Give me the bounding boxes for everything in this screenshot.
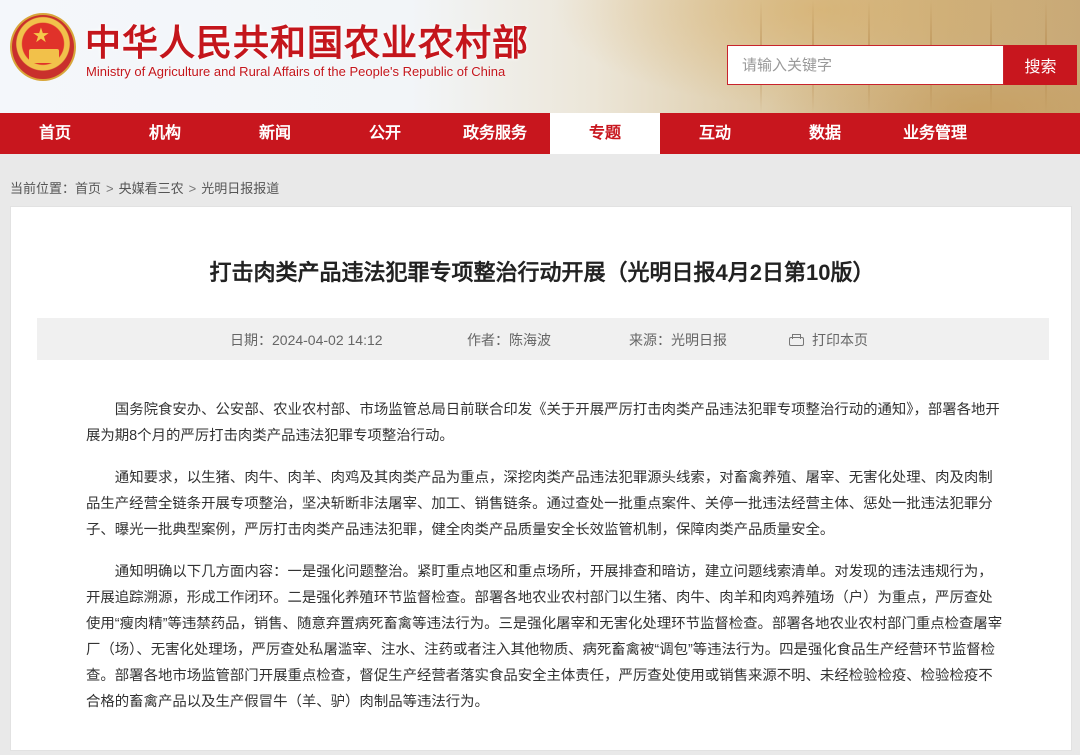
article-author: 作者：陈海波 bbox=[467, 332, 551, 348]
breadcrumb-home[interactable]: 首页 bbox=[75, 181, 101, 196]
print-button[interactable]: 打印本页 bbox=[789, 330, 868, 350]
nav-item-organization[interactable]: 机构 bbox=[110, 113, 220, 154]
article-source: 来源：光明日报 bbox=[629, 332, 727, 348]
search-input[interactable] bbox=[727, 45, 1004, 85]
article-title: 打击肉类产品违法犯罪专项整治行动开展（光明日报4月2日第10版） bbox=[209, 260, 875, 285]
breadcrumb: 当前位置：首页 > 央媒看三农 > 光明日报报道 bbox=[10, 178, 279, 197]
nav-item-services[interactable]: 政务服务 bbox=[440, 113, 550, 154]
article-paragraph: 国务院食安办、公安部、农业农村部、市场监管总局日前联合印发《关于开展严厉打击肉类… bbox=[86, 402, 1000, 444]
breadcrumb-prefix: 当前位置： bbox=[10, 181, 76, 196]
nav-item-data[interactable]: 数据 bbox=[770, 113, 880, 154]
article-meta: 日期：2024-04-02 14:12 作者：陈海波 来源：光明日报 打印本页 bbox=[37, 318, 1049, 360]
search-button[interactable]: 搜索 bbox=[1004, 45, 1077, 85]
nav-item-home[interactable]: 首页 bbox=[0, 113, 110, 154]
print-label: 打印本页 bbox=[812, 332, 868, 348]
nav-item-topics[interactable]: 专题 bbox=[550, 113, 660, 154]
breadcrumb-separator: > bbox=[188, 181, 197, 196]
article-paragraph: 通知要求，以生猪、肉牛、肉羊、肉鸡及其肉类产品为重点，深挖肉类产品违法犯罪源头线… bbox=[86, 470, 993, 538]
national-emblem-icon[interactable]: ★ bbox=[10, 13, 76, 81]
printer-icon bbox=[789, 334, 804, 346]
article-paragraph: 通知明确以下几方面内容：一是强化问题整治。紧盯重点地区和重点场所，开展排查和暗访… bbox=[86, 564, 1003, 710]
breadcrumb-separator: > bbox=[106, 181, 114, 196]
site-title[interactable]: 中华人民共和国农业农村部 bbox=[85, 14, 529, 66]
nav-item-interaction[interactable]: 互动 bbox=[660, 113, 770, 154]
breadcrumb-current[interactable]: 光明日报报道 bbox=[201, 181, 279, 196]
header-banner: ★ 中华人民共和国农业农村部 Ministry of Agriculture a… bbox=[0, 0, 1080, 113]
nav-item-public[interactable]: 公开 bbox=[330, 113, 440, 154]
breadcrumb-media[interactable]: 央媒看三农 bbox=[119, 181, 184, 196]
nav-item-business[interactable]: 业务管理 bbox=[880, 113, 990, 154]
nav-item-news[interactable]: 新闻 bbox=[220, 113, 330, 154]
article-card: 打击肉类产品违法犯罪专项整治行动开展（光明日报4月2日第10版） 日期：2024… bbox=[10, 206, 1072, 751]
article-date: 日期：2024-04-02 14:12 bbox=[230, 332, 383, 348]
site-title-english: Ministry of Agriculture and Rural Affair… bbox=[86, 64, 506, 79]
article-body: 国务院食安办、公安部、农业农村部、市场监管总局日前联合印发《关于开展严厉打击肉类… bbox=[86, 397, 1004, 731]
main-nav: 首页 机构 新闻 公开 政务服务 专题 互动 数据 业务管理 bbox=[0, 113, 1080, 154]
